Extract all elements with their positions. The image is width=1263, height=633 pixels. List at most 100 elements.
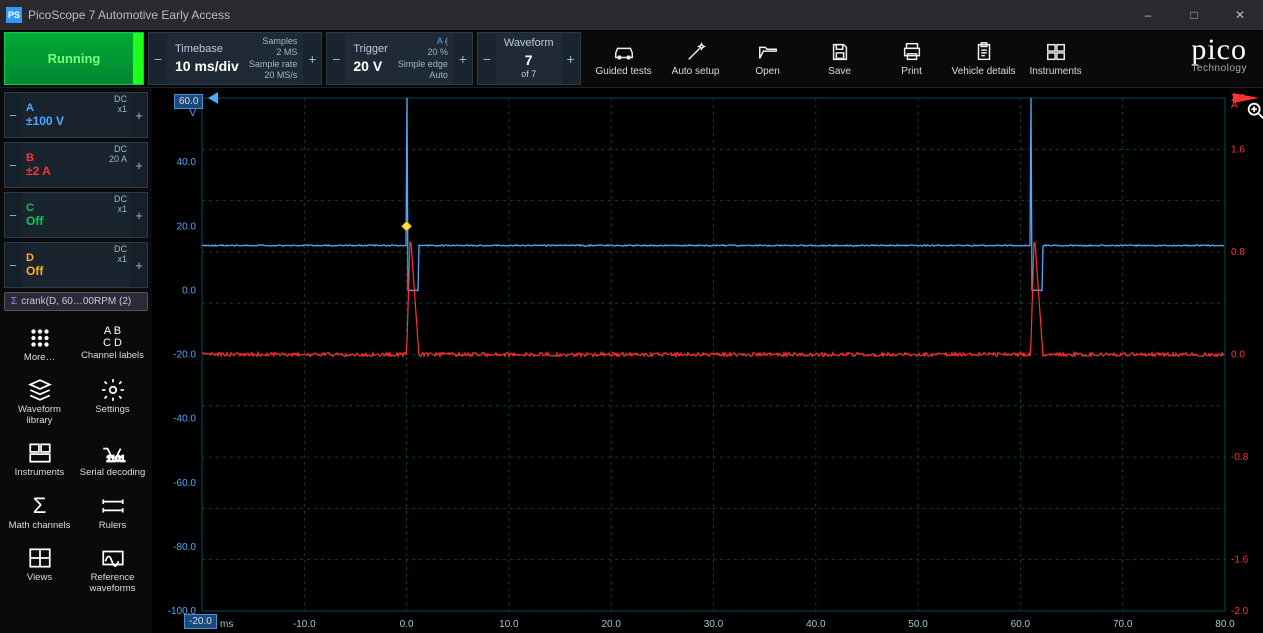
svg-text:-10.0: -10.0 — [293, 619, 316, 630]
views-button[interactable]: Views — [4, 541, 75, 598]
waveform-value[interactable]: 7 — [525, 51, 533, 69]
reference-waveforms-button[interactable]: Reference waveforms — [77, 541, 148, 598]
channel-b-dec[interactable]: − — [5, 143, 21, 187]
minimize-button[interactable]: – — [1125, 0, 1171, 30]
toolbar: Running − Timebase 10 ms/div Samples 2 M… — [0, 30, 1263, 88]
channel-b-inc[interactable]: + — [131, 143, 147, 187]
x-axis-badge[interactable]: -20.0 — [184, 614, 217, 629]
wand-icon — [685, 41, 707, 63]
sidebar: − A ±100 V DCx1 + − B ±2 A DC20 A + − C … — [0, 88, 152, 633]
timebase-label: Timebase — [175, 42, 239, 56]
svg-text:-40.0: -40.0 — [173, 414, 196, 425]
svg-text:80.0: 80.0 — [1215, 619, 1235, 630]
channel-c-id: C — [26, 202, 126, 214]
timebase-value[interactable]: 10 ms/div — [175, 57, 239, 75]
auto-setup-button[interactable]: Auto setup — [661, 32, 731, 85]
waveform-label: Waveform — [504, 36, 554, 50]
close-button[interactable]: ✕ — [1217, 0, 1263, 30]
library-icon — [27, 377, 53, 403]
svg-text:0.0: 0.0 — [182, 285, 196, 296]
timebase-dec[interactable]: − — [149, 33, 167, 84]
waveform-prev[interactable]: − — [478, 33, 496, 84]
channel-a-inc[interactable]: + — [131, 93, 147, 137]
open-button[interactable]: Open — [733, 32, 803, 85]
panels-icon — [27, 440, 53, 466]
channel-a-range: ±100 V — [26, 114, 126, 128]
save-button[interactable]: Save — [805, 32, 875, 85]
channel-c-box[interactable]: − C Off DCx1 + — [4, 192, 148, 238]
instruments-button[interactable]: Instruments — [1021, 32, 1091, 85]
run-label: Running — [48, 51, 101, 66]
svg-text:-20.0: -20.0 — [173, 350, 196, 361]
trigger-value[interactable]: 20 V — [353, 57, 387, 75]
channel-d-id: D — [26, 252, 126, 264]
svg-text:-1.6: -1.6 — [1231, 555, 1249, 566]
clipboard-icon — [973, 41, 995, 63]
y-axis-badge[interactable]: 60.0 — [174, 94, 203, 109]
svg-text:0.8: 0.8 — [1231, 247, 1245, 258]
svg-text:-0.8: -0.8 — [1231, 452, 1249, 463]
views-icon — [27, 545, 53, 571]
svg-text:ms: ms — [220, 619, 233, 630]
serial-decoding-button[interactable]: 1101 Serial decoding — [77, 436, 148, 482]
channel-a-box[interactable]: − A ±100 V DCx1 + — [4, 92, 148, 138]
math-channels-button[interactable]: Σ Math channels — [4, 489, 75, 535]
more-button[interactable]: More… — [4, 321, 75, 367]
svg-text:0.0: 0.0 — [400, 619, 414, 630]
window-title: PicoScope 7 Automotive Early Access — [28, 8, 1125, 22]
gear-icon — [100, 377, 126, 403]
svg-text:1101: 1101 — [106, 454, 125, 464]
svg-text:0.0: 0.0 — [1231, 350, 1245, 361]
instruments-side-button[interactable]: Instruments — [4, 436, 75, 482]
channel-a-dec[interactable]: − — [5, 93, 21, 137]
vehicle-details-button[interactable]: Vehicle details — [949, 32, 1019, 85]
settings-button[interactable]: Settings — [77, 373, 148, 430]
svg-text:70.0: 70.0 — [1113, 619, 1133, 630]
trigger-dec[interactable]: − — [327, 33, 345, 84]
trigger-meta: A ⦑ 20 % Simple edge Auto — [396, 33, 454, 84]
svg-text:40.0: 40.0 — [177, 157, 197, 168]
trigger-label: Trigger — [353, 42, 387, 56]
titlebar: PS PicoScope 7 Automotive Early Access –… — [0, 0, 1263, 30]
car-icon — [613, 41, 635, 63]
svg-text:-60.0: -60.0 — [173, 478, 196, 489]
toolbar-icons: Guided tests Auto setup Open Save Print … — [589, 32, 1091, 85]
svg-text:40.0: 40.0 — [806, 619, 826, 630]
svg-text:1.6: 1.6 — [1231, 144, 1245, 155]
channel-a-id: A — [26, 102, 126, 114]
rulers-button[interactable]: Rulers — [77, 489, 148, 535]
channel-labels-button[interactable]: A BC D Channel labels — [77, 321, 148, 367]
svg-text:-2.0: -2.0 — [1231, 606, 1249, 617]
sidebar-tools: More… A BC D Channel labels Waveform lib… — [4, 321, 148, 598]
svg-text:V: V — [189, 108, 196, 119]
channel-d-inc[interactable]: + — [131, 243, 147, 287]
math-channel-chip[interactable]: Σ crank(D, 60…00RPM (2) — [4, 292, 148, 311]
folder-open-icon — [757, 41, 779, 63]
svg-text:30.0: 30.0 — [704, 619, 724, 630]
channel-d-dec[interactable]: − — [5, 243, 21, 287]
print-button[interactable]: Print — [877, 32, 947, 85]
channel-d-box[interactable]: − D Off DCx1 + — [4, 242, 148, 288]
channel-b-range: ±2 A — [26, 164, 126, 178]
timebase-meta: Samples 2 MS Sample rate 20 MS/s — [247, 33, 304, 84]
math-channel-text: crank(D, 60…00RPM (2) — [21, 296, 131, 307]
trigger-inc[interactable]: + — [454, 33, 472, 84]
serial-icon: 1101 — [100, 440, 126, 466]
timebase-inc[interactable]: + — [303, 33, 321, 84]
maximize-button[interactable]: □ — [1171, 0, 1217, 30]
channel-c-dec[interactable]: − — [5, 193, 21, 237]
guided-tests-button[interactable]: Guided tests — [589, 32, 659, 85]
run-stop-button[interactable]: Running — [4, 32, 144, 85]
abcd-icon: A BC D — [103, 325, 122, 349]
svg-text:-80.0: -80.0 — [173, 542, 196, 553]
svg-text:20.0: 20.0 — [601, 619, 621, 630]
channel-c-inc[interactable]: + — [131, 193, 147, 237]
waveform-library-button[interactable]: Waveform library — [4, 373, 75, 430]
svg-text:10.0: 10.0 — [499, 619, 519, 630]
waveform-next[interactable]: + — [562, 33, 580, 84]
svg-text:50.0: 50.0 — [908, 619, 928, 630]
sigma-icon: Σ — [11, 296, 17, 307]
waveform-panel: − Waveform 7 of 7 + — [477, 32, 581, 85]
channel-b-box[interactable]: − B ±2 A DC20 A + — [4, 142, 148, 188]
scope-view[interactable]: -20.0 -10.0 0.0 10.0 20.0 30.0 40.0 50.0 60.0 70.… — [152, 88, 1263, 633]
